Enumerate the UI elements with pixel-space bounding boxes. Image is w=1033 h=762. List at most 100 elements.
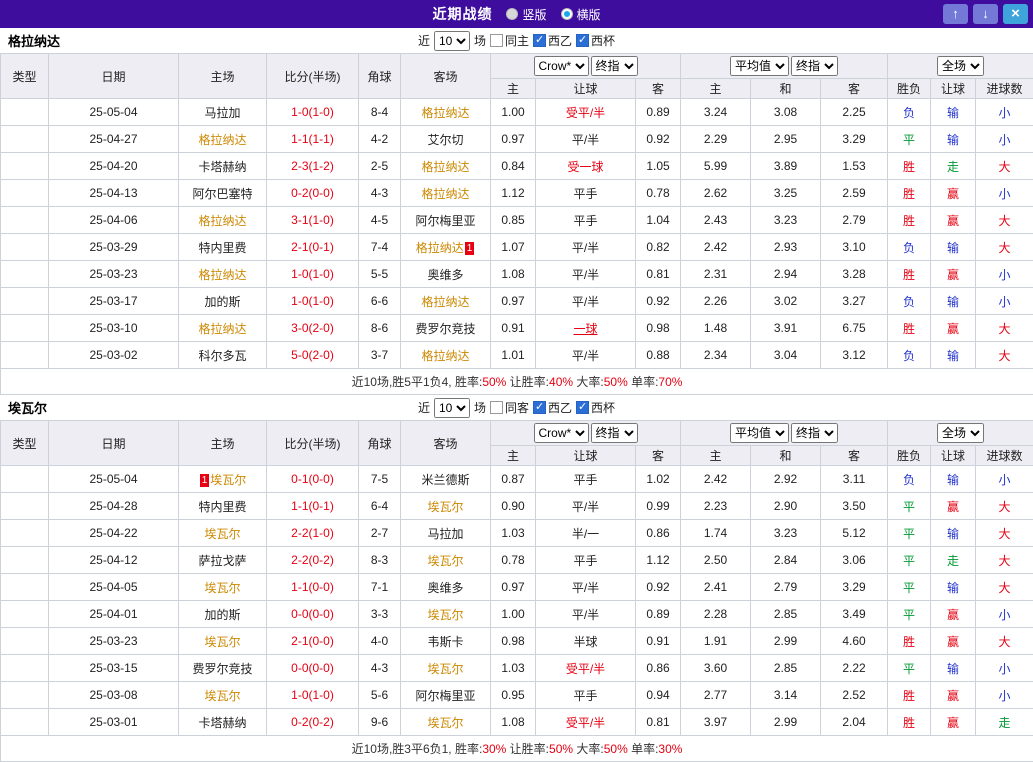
away-team-name[interactable]: 马拉加 (427, 527, 463, 541)
score-cell: 1-0(1-0) (267, 682, 359, 709)
score-cell: 0-0(0-0) (267, 655, 359, 682)
layout-radio-vertical[interactable]: 竖版 (506, 6, 546, 23)
home-team-name[interactable]: 格拉纳达 (198, 133, 246, 147)
away-team-cell: 奥维多 (401, 261, 491, 288)
home-team-name[interactable]: 阿尔巴塞特 (192, 187, 252, 201)
results-table: 类型 日期 主场 比分(半场) 角球 客场 Crow*终指 平均值终指 全场 (0, 53, 1033, 395)
avg-draw-odds-cell: 3.04 (751, 342, 821, 369)
move-up-button[interactable]: ↑ (943, 4, 968, 24)
date-cell: 25-03-23 (49, 628, 179, 655)
corner-cell: 7-4 (359, 234, 401, 261)
layout-radio-horizontal[interactable]: 横版 (561, 6, 601, 23)
away-team-name[interactable]: 韦斯卡 (427, 635, 463, 649)
home-team-cell: 格拉纳达 (179, 126, 267, 153)
away-team-name[interactable]: 格拉纳达 (421, 106, 469, 120)
home-team-cell: 格拉纳达 (179, 207, 267, 234)
away-team-name[interactable]: 艾尔切 (427, 133, 463, 147)
scope-select[interactable]: 全场 (937, 56, 984, 76)
away-team-cell: 埃瓦尔 (401, 547, 491, 574)
home-team-name[interactable]: 加的斯 (204, 608, 240, 622)
away-team-name[interactable]: 格拉纳达 (421, 295, 469, 309)
away-team-name[interactable]: 奥维多 (427, 268, 463, 282)
cup-checkbox[interactable]: 西杯 (576, 32, 615, 49)
away-team-name[interactable]: 格拉纳达 (421, 160, 469, 174)
score-cell: 1-1(1-1) (267, 126, 359, 153)
goals-result-cell: 小 (976, 180, 1033, 207)
away-team-name[interactable]: 埃瓦尔 (427, 662, 463, 676)
home-team-name[interactable]: 格拉纳达 (198, 214, 246, 228)
home-team-name[interactable]: 埃瓦尔 (204, 527, 240, 541)
scope-select[interactable]: 全场 (937, 423, 984, 443)
match-count-select[interactable]: 10 (434, 398, 470, 418)
away-team-name[interactable]: 埃瓦尔 (427, 716, 463, 730)
home-team-name[interactable]: 格拉纳达 (198, 322, 246, 336)
away-team-name[interactable]: 阿尔梅里亚 (415, 689, 475, 703)
average-select[interactable]: 平均值 (730, 56, 789, 76)
bookmaker-select[interactable]: Crow* (534, 56, 589, 76)
league-checkbox[interactable]: 西乙 (533, 32, 572, 49)
away-team-name[interactable]: 米兰德斯 (421, 473, 469, 487)
home-team-cell: 特内里费 (179, 493, 267, 520)
home-team-name[interactable]: 埃瓦尔 (204, 635, 240, 649)
home-team-name[interactable]: 卡塔赫纳 (198, 160, 246, 174)
corner-cell: 7-1 (359, 574, 401, 601)
match-count-select[interactable]: 10 (434, 31, 470, 51)
away-team-name[interactable]: 格拉纳达 (421, 349, 469, 363)
result-cell: 胜 (888, 261, 931, 288)
bookmaker-select[interactable]: Crow* (534, 423, 589, 443)
goals-result-cell: 小 (976, 682, 1033, 709)
same-side-checkbox[interactable]: 同主 (490, 32, 529, 49)
cup-checkbox[interactable]: 西杯 (576, 399, 615, 416)
away-team-name[interactable]: 费罗尔竞技 (415, 322, 475, 336)
away-team-name[interactable]: 奥维多 (427, 581, 463, 595)
average-select[interactable]: 平均值 (730, 423, 789, 443)
home-team-name[interactable]: 埃瓦尔 (204, 689, 240, 703)
away-team-name[interactable]: 格拉纳达 (416, 241, 464, 255)
home-team-cell: 埃瓦尔 (179, 520, 267, 547)
average-stage-select[interactable]: 终指 (791, 56, 838, 76)
home-team-name[interactable]: 埃瓦尔 (210, 473, 246, 487)
away-team-name[interactable]: 埃瓦尔 (427, 500, 463, 514)
home-team-name[interactable]: 马拉加 (204, 106, 240, 120)
date-cell: 25-04-06 (49, 207, 179, 234)
avg-draw-odds-cell: 2.99 (751, 709, 821, 736)
avg-away-odds-cell: 2.79 (821, 207, 888, 234)
move-down-button[interactable]: ↓ (973, 4, 998, 24)
away-team-name[interactable]: 格拉纳达 (421, 187, 469, 201)
rank-badge: 1 (465, 242, 475, 255)
home-team-name[interactable]: 特内里费 (198, 241, 246, 255)
away-team-name[interactable]: 埃瓦尔 (427, 554, 463, 568)
home-team-name[interactable]: 科尔多瓦 (198, 349, 246, 363)
away-team-cell: 格拉纳达 (401, 180, 491, 207)
handicap-cell: 平手 (536, 466, 636, 493)
league-checkbox[interactable]: 西乙 (533, 399, 572, 416)
odds-stage-select[interactable]: 终指 (591, 56, 638, 76)
col-avg-home: 主 (681, 79, 751, 99)
average-stage-select[interactable]: 终指 (791, 423, 838, 443)
home-team-name[interactable]: 萨拉戈萨 (198, 554, 246, 568)
avg-away-odds-cell: 6.75 (821, 315, 888, 342)
goals-result-cell: 小 (976, 466, 1033, 493)
away-team-name[interactable]: 埃瓦尔 (427, 608, 463, 622)
match-row: 西乙 25-04-05 埃瓦尔 1-1(0-0) 7-1 奥维多 0.97 平/… (1, 574, 1033, 601)
match-row: 西乙 25-04-06 格拉纳达 3-1(1-0) 4-5 阿尔梅里亚 0.85… (1, 207, 1033, 234)
home-team-name[interactable]: 埃瓦尔 (204, 581, 240, 595)
cup-label: 西杯 (591, 399, 615, 416)
home-team-cell: 加的斯 (179, 288, 267, 315)
home-odds-cell: 0.97 (491, 126, 536, 153)
date-cell: 25-05-04 (49, 466, 179, 493)
close-button[interactable]: × (1003, 4, 1028, 24)
avg-home-odds-cell: 3.24 (681, 99, 751, 126)
same-side-checkbox[interactable]: 同客 (490, 399, 529, 416)
date-cell: 25-04-12 (49, 547, 179, 574)
result-cell: 胜 (888, 709, 931, 736)
home-team-name[interactable]: 格拉纳达 (198, 268, 246, 282)
home-team-name[interactable]: 加的斯 (204, 295, 240, 309)
odds-stage-select[interactable]: 终指 (591, 423, 638, 443)
home-team-name[interactable]: 卡塔赫纳 (198, 716, 246, 730)
away-team-name[interactable]: 阿尔梅里亚 (415, 214, 475, 228)
average-odds-header: 平均值终指 (681, 421, 888, 446)
checkbox-icon (533, 34, 546, 47)
home-team-name[interactable]: 特内里费 (198, 500, 246, 514)
home-team-name[interactable]: 费罗尔竞技 (192, 662, 252, 676)
